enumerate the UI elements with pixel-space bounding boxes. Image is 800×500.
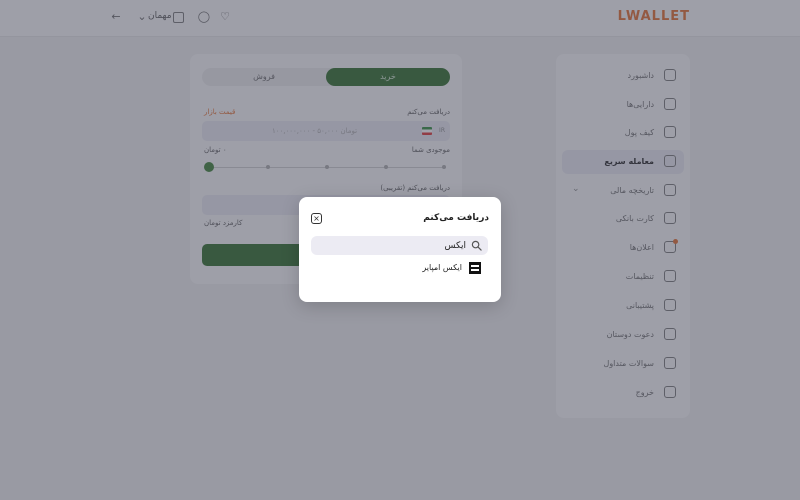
coin-result-x-empire[interactable]: ایکس امپایر: [311, 260, 491, 276]
modal-title: دریافت می‌کنم: [423, 213, 489, 223]
select-coin-modal: دریافت می‌کنم × ایکس امپایر: [299, 197, 501, 302]
search-icon: [471, 240, 482, 251]
search-box[interactable]: [311, 236, 488, 255]
app-root: LWALLET ♡ ◯ مهمان ⌄ ← داشبورد دارایی‌ها …: [0, 0, 800, 500]
x-empire-logo-icon: [469, 262, 481, 274]
coin-name: ایکس امپایر: [422, 263, 462, 272]
close-icon[interactable]: ×: [311, 213, 322, 224]
search-input[interactable]: [326, 236, 466, 255]
